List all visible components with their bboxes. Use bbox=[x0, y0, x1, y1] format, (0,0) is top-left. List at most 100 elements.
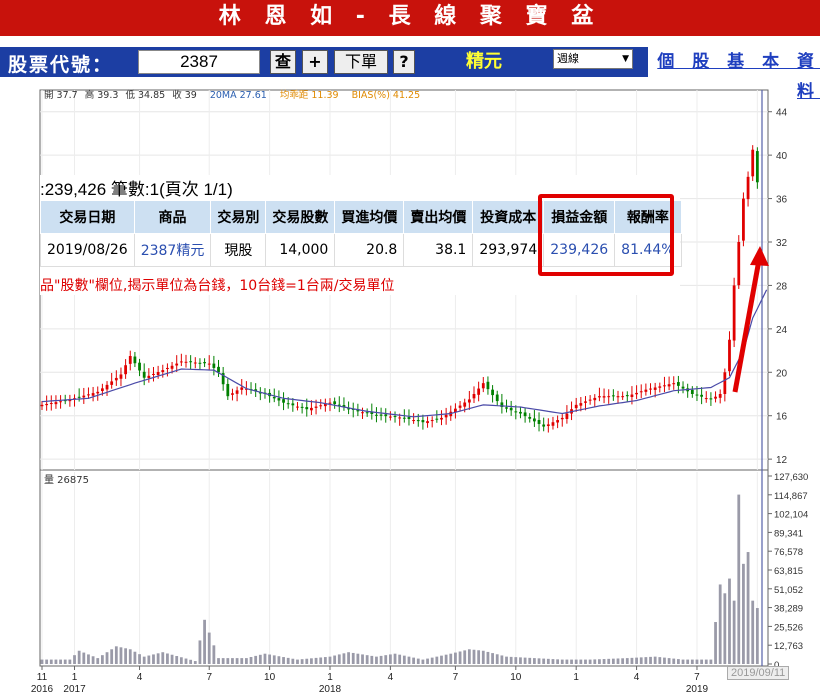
candle-body bbox=[119, 374, 123, 379]
year-label: 2019 bbox=[686, 684, 709, 695]
volume-bar bbox=[426, 658, 429, 664]
volume-bar bbox=[755, 608, 759, 664]
volume-bar bbox=[63, 659, 67, 664]
candle-body bbox=[388, 416, 392, 418]
price-tick-label: 12 bbox=[776, 455, 788, 466]
volume-bar bbox=[523, 657, 527, 664]
candle-body bbox=[333, 401, 337, 405]
price-tick-label: 16 bbox=[776, 412, 788, 423]
candle-body bbox=[742, 198, 745, 241]
candle-body bbox=[198, 362, 202, 364]
volume-bar bbox=[616, 658, 620, 664]
candle-body bbox=[663, 385, 666, 387]
volume-bar bbox=[565, 659, 569, 664]
volume-bar bbox=[728, 578, 731, 664]
candle-body bbox=[147, 375, 151, 378]
volume-bar bbox=[440, 655, 443, 664]
volume-bar bbox=[291, 658, 295, 664]
candle-body bbox=[644, 389, 648, 392]
candle-body bbox=[379, 414, 383, 416]
volume-bar bbox=[375, 656, 378, 664]
candle-body bbox=[649, 388, 652, 390]
volume-tick-label: 102,104 bbox=[774, 510, 808, 521]
volume-bar bbox=[528, 657, 532, 664]
cell-date: 2019/08/26 bbox=[40, 233, 135, 267]
volume-bar bbox=[207, 632, 211, 664]
candle-body bbox=[598, 396, 601, 398]
volume-bar bbox=[551, 659, 555, 664]
date-badge: 2019/09/11 bbox=[727, 666, 790, 680]
candle-body bbox=[375, 414, 378, 416]
price-tick-label: 28 bbox=[776, 281, 788, 292]
year-label: 2017 bbox=[63, 684, 86, 695]
volume-bar bbox=[282, 657, 285, 664]
volume-tick-label: 127,630 bbox=[774, 472, 808, 483]
candle-body bbox=[639, 391, 643, 393]
time-tick-label: 11 bbox=[37, 672, 48, 683]
cell-product[interactable]: 2387精元 bbox=[133, 233, 212, 267]
volume-bar bbox=[751, 600, 755, 664]
volume-bar bbox=[430, 657, 434, 664]
stock-info-link[interactable]: 個 股 基 本 資 料 bbox=[648, 47, 820, 102]
candle-body bbox=[584, 401, 587, 403]
volume-bar bbox=[421, 659, 425, 664]
volume-bar bbox=[235, 658, 239, 664]
volume-bar bbox=[296, 659, 299, 664]
volume-bar bbox=[258, 654, 262, 664]
stock-code-input[interactable] bbox=[138, 50, 260, 74]
cell-buy-price: 20.8 bbox=[334, 233, 405, 267]
volume-bar bbox=[560, 659, 564, 664]
candle-body bbox=[746, 176, 750, 200]
volume-bar bbox=[254, 655, 258, 664]
volume-bar bbox=[458, 651, 462, 664]
price-tick-label: 36 bbox=[776, 195, 788, 206]
query-button[interactable]: 查 bbox=[270, 50, 296, 74]
price-tick-label: 44 bbox=[776, 108, 788, 119]
period-value: 週線 bbox=[557, 52, 579, 65]
volume-tick-label: 89,341 bbox=[774, 528, 803, 539]
add-button[interactable]: + bbox=[302, 50, 328, 74]
volume-bar bbox=[407, 656, 411, 664]
volume-bar bbox=[110, 649, 114, 664]
candle-body bbox=[402, 417, 406, 419]
candle-body bbox=[384, 414, 388, 417]
candle-body bbox=[166, 367, 169, 370]
candle-body bbox=[532, 418, 536, 422]
price-tick-label: 32 bbox=[776, 238, 788, 249]
candle-body bbox=[207, 363, 211, 365]
time-tick-label: 1 bbox=[327, 672, 333, 683]
candle-body bbox=[310, 407, 313, 411]
volume-bar bbox=[384, 655, 388, 664]
volume-bar bbox=[244, 658, 248, 664]
volume-bar bbox=[314, 657, 318, 664]
volume-bar bbox=[723, 593, 727, 664]
candle-body bbox=[49, 403, 53, 405]
volume-bar bbox=[574, 659, 578, 664]
volume-bar bbox=[59, 659, 62, 664]
candle-body bbox=[556, 420, 560, 423]
volume-bar bbox=[272, 655, 276, 664]
candle-body bbox=[546, 424, 550, 427]
candle-body bbox=[82, 395, 86, 398]
volume-bar bbox=[611, 658, 615, 664]
help-button[interactable]: ? bbox=[393, 50, 415, 74]
candle-body bbox=[361, 412, 364, 414]
volume-bar bbox=[365, 655, 369, 664]
volume-bar bbox=[249, 657, 253, 664]
time-tick-label: 1 bbox=[72, 672, 78, 683]
volume-bar bbox=[570, 659, 573, 664]
volume-bar bbox=[472, 649, 476, 664]
time-tick-label: 4 bbox=[634, 672, 640, 683]
candle-body bbox=[286, 403, 290, 405]
volume-bar bbox=[532, 658, 536, 664]
low-value: 低 34.85 bbox=[125, 89, 165, 101]
volume-bar bbox=[602, 659, 606, 664]
candle-body bbox=[728, 339, 731, 372]
candle-body bbox=[152, 373, 155, 375]
time-tick-label: 1 bbox=[573, 672, 579, 683]
period-select[interactable]: 週線 ▼ bbox=[553, 49, 633, 69]
order-button[interactable]: 下單 bbox=[334, 50, 388, 74]
volume-bar bbox=[542, 658, 546, 664]
volume-bar bbox=[286, 657, 290, 664]
candle-body bbox=[110, 381, 114, 385]
